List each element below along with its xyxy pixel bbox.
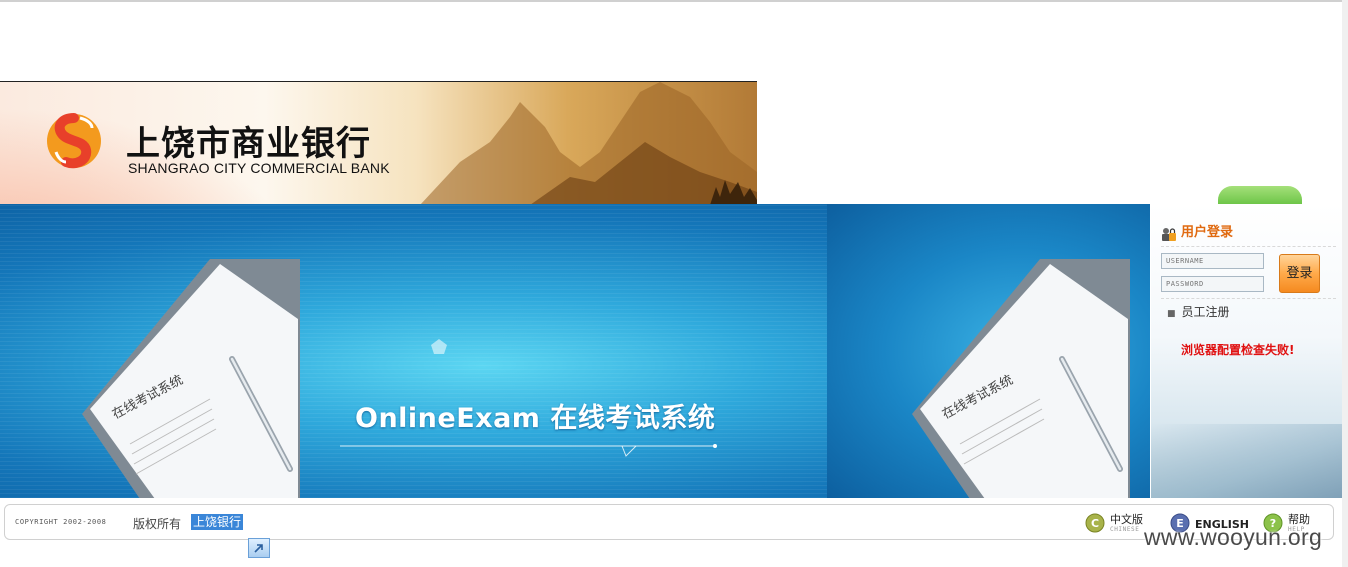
- register-label: 员工注册: [1181, 305, 1230, 319]
- arrow-icon: [254, 544, 263, 553]
- footer: COPYRIGHT 2002-2008 版权所有 上饶银行 C 中文版 CHIN…: [4, 504, 1334, 540]
- login-header: 用户登录: [1161, 224, 1336, 247]
- rights-text: 版权所有: [133, 517, 182, 531]
- login-panel: 用户登录 登录 ■ 员工注册 浏览器配置检查失败!: [1151, 204, 1342, 498]
- chinese-c-icon: C: [1085, 513, 1105, 533]
- lang-chinese-label: 中文版: [1110, 513, 1143, 526]
- login-divider: [1161, 298, 1336, 299]
- bank-logo-icon: [47, 113, 101, 169]
- svg-text:C: C: [1091, 517, 1099, 530]
- login-button[interactable]: 登录: [1279, 254, 1320, 293]
- vertical-scrollbar[interactable]: [1342, 0, 1348, 567]
- bullet-icon: ■: [1167, 309, 1176, 319]
- brand-name-en: SHANGRAO CITY COMMERCIAL BANK: [128, 160, 390, 176]
- register-link[interactable]: ■ 员工注册: [1167, 304, 1230, 322]
- title-underline: [340, 444, 717, 457]
- hero-title: OnlineExam 在线考试系统: [355, 403, 716, 434]
- exam-paper-illustration: 在线考试系统: [82, 259, 300, 498]
- login-panel-decoration: [1151, 424, 1342, 498]
- copyright-text: COPYRIGHT 2002-2008: [15, 518, 107, 526]
- sparkle-icon: [431, 339, 447, 354]
- exam-paper-illustration-right: 在线考试系统: [912, 259, 1130, 498]
- login-title: 用户登录: [1181, 225, 1234, 240]
- mountain-illustration: [420, 82, 757, 205]
- brand-name-cn: 上饶市商业银行: [126, 124, 371, 164]
- user-lock-icon: [1162, 228, 1176, 241]
- browser-warning: 浏览器配置检查失败!: [1181, 343, 1295, 357]
- bank-name-link[interactable]: 上饶银行: [191, 514, 244, 530]
- header-banner: [0, 81, 757, 205]
- username-input[interactable]: [1161, 253, 1264, 269]
- hero-banner: 在线考试系统 在线考试系统: [0, 204, 1150, 498]
- password-input[interactable]: [1161, 276, 1264, 292]
- lang-chinese-sub: CHINESE: [1110, 526, 1140, 533]
- watermark: www.wooyun.org: [1144, 524, 1323, 550]
- top-border: [0, 0, 1348, 2]
- selection-arrow-icon[interactable]: [248, 538, 270, 558]
